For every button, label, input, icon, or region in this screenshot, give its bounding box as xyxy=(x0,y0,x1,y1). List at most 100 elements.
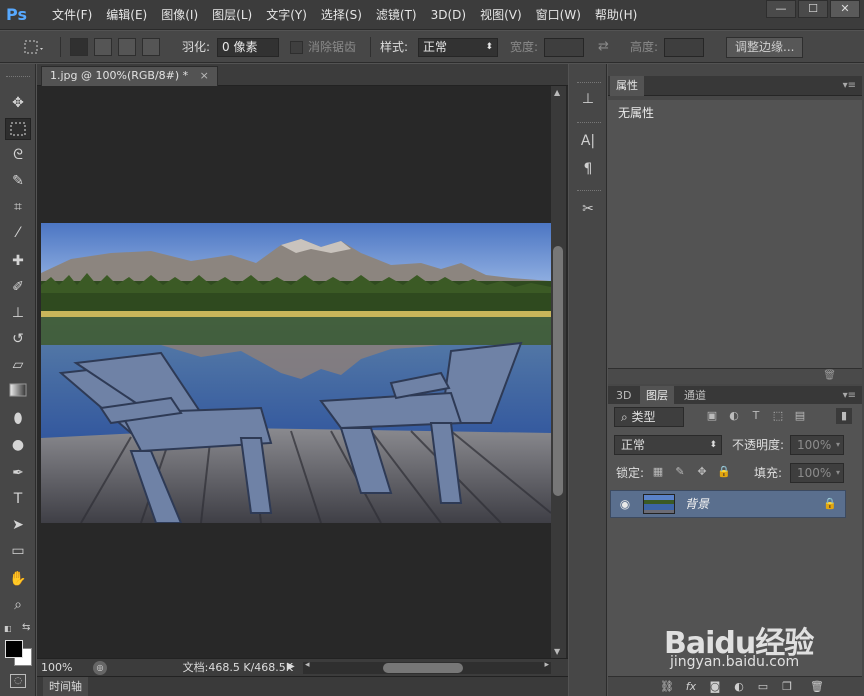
rectangle-tool-icon[interactable]: ▭ xyxy=(5,540,31,562)
blend-mode-select[interactable]: 正常 ⬍ xyxy=(614,435,722,455)
horizontal-scroll-thumb[interactable] xyxy=(383,663,463,673)
panel-grip[interactable] xyxy=(6,76,30,78)
type-filter-icon[interactable]: T xyxy=(748,408,764,424)
lock-position-icon[interactable]: ✥ xyxy=(694,464,710,480)
foreground-color-swatch[interactable] xyxy=(5,640,23,658)
lasso-tool-icon[interactable]: ᘓ xyxy=(5,144,31,166)
menu-layer[interactable]: 图层(L) xyxy=(206,0,258,30)
layer-row[interactable]: ◉ 背景 🔒 xyxy=(610,490,846,518)
filter-toggle-icon[interactable]: ▮ xyxy=(836,408,852,424)
history-panel-icon[interactable]: ⊥ xyxy=(577,88,599,110)
document-canvas[interactable] xyxy=(41,223,551,523)
horizontal-scrollbar[interactable]: ◂ ▸ xyxy=(303,660,551,674)
default-colors-icon[interactable]: ◧ xyxy=(4,624,14,634)
smart-object-filter-icon[interactable]: ▤ xyxy=(792,408,808,424)
gradient-tool-icon[interactable] xyxy=(5,382,31,404)
quick-mask-icon[interactable]: ◌ xyxy=(10,674,26,688)
zoom-level[interactable]: 100% xyxy=(41,660,87,676)
refine-edge-button[interactable]: 调整边缘... xyxy=(726,37,804,58)
crop-tool-icon[interactable]: ⌗ xyxy=(5,196,31,218)
link-layers-icon[interactable]: ⛓ xyxy=(658,679,676,695)
opacity-input[interactable]: 100% ▾ xyxy=(790,435,844,455)
close-button[interactable]: ✕ xyxy=(830,0,860,18)
panel-grip[interactable] xyxy=(577,82,601,84)
pen-tool-icon[interactable]: ✒ xyxy=(5,462,31,484)
brush-tool-icon[interactable]: ✐ xyxy=(5,276,31,298)
adjustment-layer-icon[interactable]: ◐ xyxy=(730,679,748,695)
tab-layers[interactable]: 图层 xyxy=(640,386,674,406)
shape-filter-icon[interactable]: ⬚ xyxy=(770,408,786,424)
adjustment-filter-icon[interactable]: ◐ xyxy=(726,408,742,424)
scroll-left-icon[interactable]: ◂ xyxy=(305,660,310,670)
tab-3d[interactable]: 3D xyxy=(610,386,637,406)
character-panel-icon[interactable]: A| xyxy=(577,130,599,152)
document-tab[interactable]: 1.jpg @ 100%(RGB/8#) * × xyxy=(41,66,218,86)
rectangular-marquee-tool-icon[interactable] xyxy=(5,118,31,140)
intersect-selection-icon[interactable] xyxy=(142,38,160,56)
trash-icon[interactable]: 🗑 xyxy=(823,370,836,381)
add-mask-icon[interactable]: ◙ xyxy=(706,679,724,695)
tool-presets-icon[interactable]: ✂ xyxy=(577,198,599,220)
marquee-preset-icon[interactable] xyxy=(22,31,46,63)
healing-brush-tool-icon[interactable]: ✚ xyxy=(5,250,31,272)
visibility-eye-icon[interactable]: ◉ xyxy=(615,491,635,517)
layer-style-icon[interactable]: fx xyxy=(682,679,700,695)
lock-image-icon[interactable]: ✎ xyxy=(672,464,688,480)
vertical-scroll-thumb[interactable] xyxy=(553,246,563,496)
eyedropper-tool-icon[interactable]: ⁄ xyxy=(5,222,31,244)
height-input[interactable] xyxy=(664,38,704,57)
timeline-tab[interactable]: 时间轴 xyxy=(43,677,88,696)
close-tab-icon[interactable]: × xyxy=(200,69,209,82)
lock-all-icon[interactable]: 🔒 xyxy=(716,464,732,480)
new-selection-icon[interactable] xyxy=(70,38,88,56)
new-group-icon[interactable]: ▭ xyxy=(754,679,772,695)
blur-tool-icon[interactable]: ⬮ xyxy=(5,408,31,430)
share-icon[interactable]: ◎ xyxy=(93,661,107,675)
scroll-up-icon[interactable]: ▲ xyxy=(554,88,560,97)
minimize-button[interactable]: — xyxy=(766,0,796,18)
panel-grip[interactable] xyxy=(577,190,601,192)
menu-filter[interactable]: 滤镜(T) xyxy=(370,0,423,30)
new-layer-icon[interactable]: ❐ xyxy=(778,679,796,695)
vertical-scrollbar[interactable]: ▲ ▼ xyxy=(551,86,566,658)
paragraph-panel-icon[interactable]: ¶ xyxy=(577,158,599,180)
menu-help[interactable]: 帮助(H) xyxy=(589,0,643,30)
tab-channels[interactable]: 通道 xyxy=(678,386,712,406)
style-select[interactable]: 正常 ⬍ xyxy=(418,38,498,57)
history-brush-tool-icon[interactable]: ↺ xyxy=(5,328,31,350)
scroll-down-icon[interactable]: ▼ xyxy=(554,647,560,656)
subtract-selection-icon[interactable] xyxy=(118,38,136,56)
delete-layer-icon[interactable]: 🗑 xyxy=(808,679,826,695)
width-input[interactable] xyxy=(544,38,584,57)
hand-tool-icon[interactable]: ✋ xyxy=(5,568,31,590)
lock-transparent-icon[interactable]: ▦ xyxy=(650,464,666,480)
swap-colors-icon[interactable]: ⇆ xyxy=(22,622,34,634)
path-selection-tool-icon[interactable]: ➤ xyxy=(5,514,31,536)
menu-type[interactable]: 文字(Y) xyxy=(260,0,313,30)
menu-select[interactable]: 选择(S) xyxy=(315,0,368,30)
scroll-right-icon[interactable]: ▸ xyxy=(544,660,549,670)
layer-filter-select[interactable]: ⌕ 类型 xyxy=(614,407,684,427)
antialias-checkbox[interactable] xyxy=(290,41,303,54)
feather-input[interactable]: 0 像素 xyxy=(217,38,279,57)
menu-image[interactable]: 图像(I) xyxy=(155,0,204,30)
move-tool-icon[interactable]: ✥ xyxy=(5,92,31,114)
add-selection-icon[interactable] xyxy=(94,38,112,56)
clone-stamp-tool-icon[interactable]: ⊥ xyxy=(5,302,31,324)
maximize-button[interactable]: ☐ xyxy=(798,0,828,18)
eraser-tool-icon[interactable]: ▱ xyxy=(5,354,31,376)
menu-view[interactable]: 视图(V) xyxy=(474,0,528,30)
info-menu-arrow-icon[interactable]: ▶ xyxy=(287,661,295,672)
swap-icon[interactable]: ⇄ xyxy=(598,31,609,63)
type-tool-icon[interactable]: T xyxy=(5,488,31,510)
menu-file[interactable]: 文件(F) xyxy=(46,0,98,30)
tab-properties[interactable]: 属性 xyxy=(610,76,644,96)
menu-edit[interactable]: 编辑(E) xyxy=(100,0,153,30)
menu-3d[interactable]: 3D(D) xyxy=(425,0,472,30)
panel-grip[interactable] xyxy=(577,122,601,124)
quick-selection-tool-icon[interactable]: ✎ xyxy=(5,170,31,192)
fill-input[interactable]: 100% ▾ xyxy=(790,463,844,483)
panel-menu-icon[interactable]: ▾≡ xyxy=(843,386,856,406)
zoom-tool-icon[interactable]: ⌕ xyxy=(5,594,31,616)
panel-menu-icon[interactable]: ▾≡ xyxy=(843,76,856,96)
